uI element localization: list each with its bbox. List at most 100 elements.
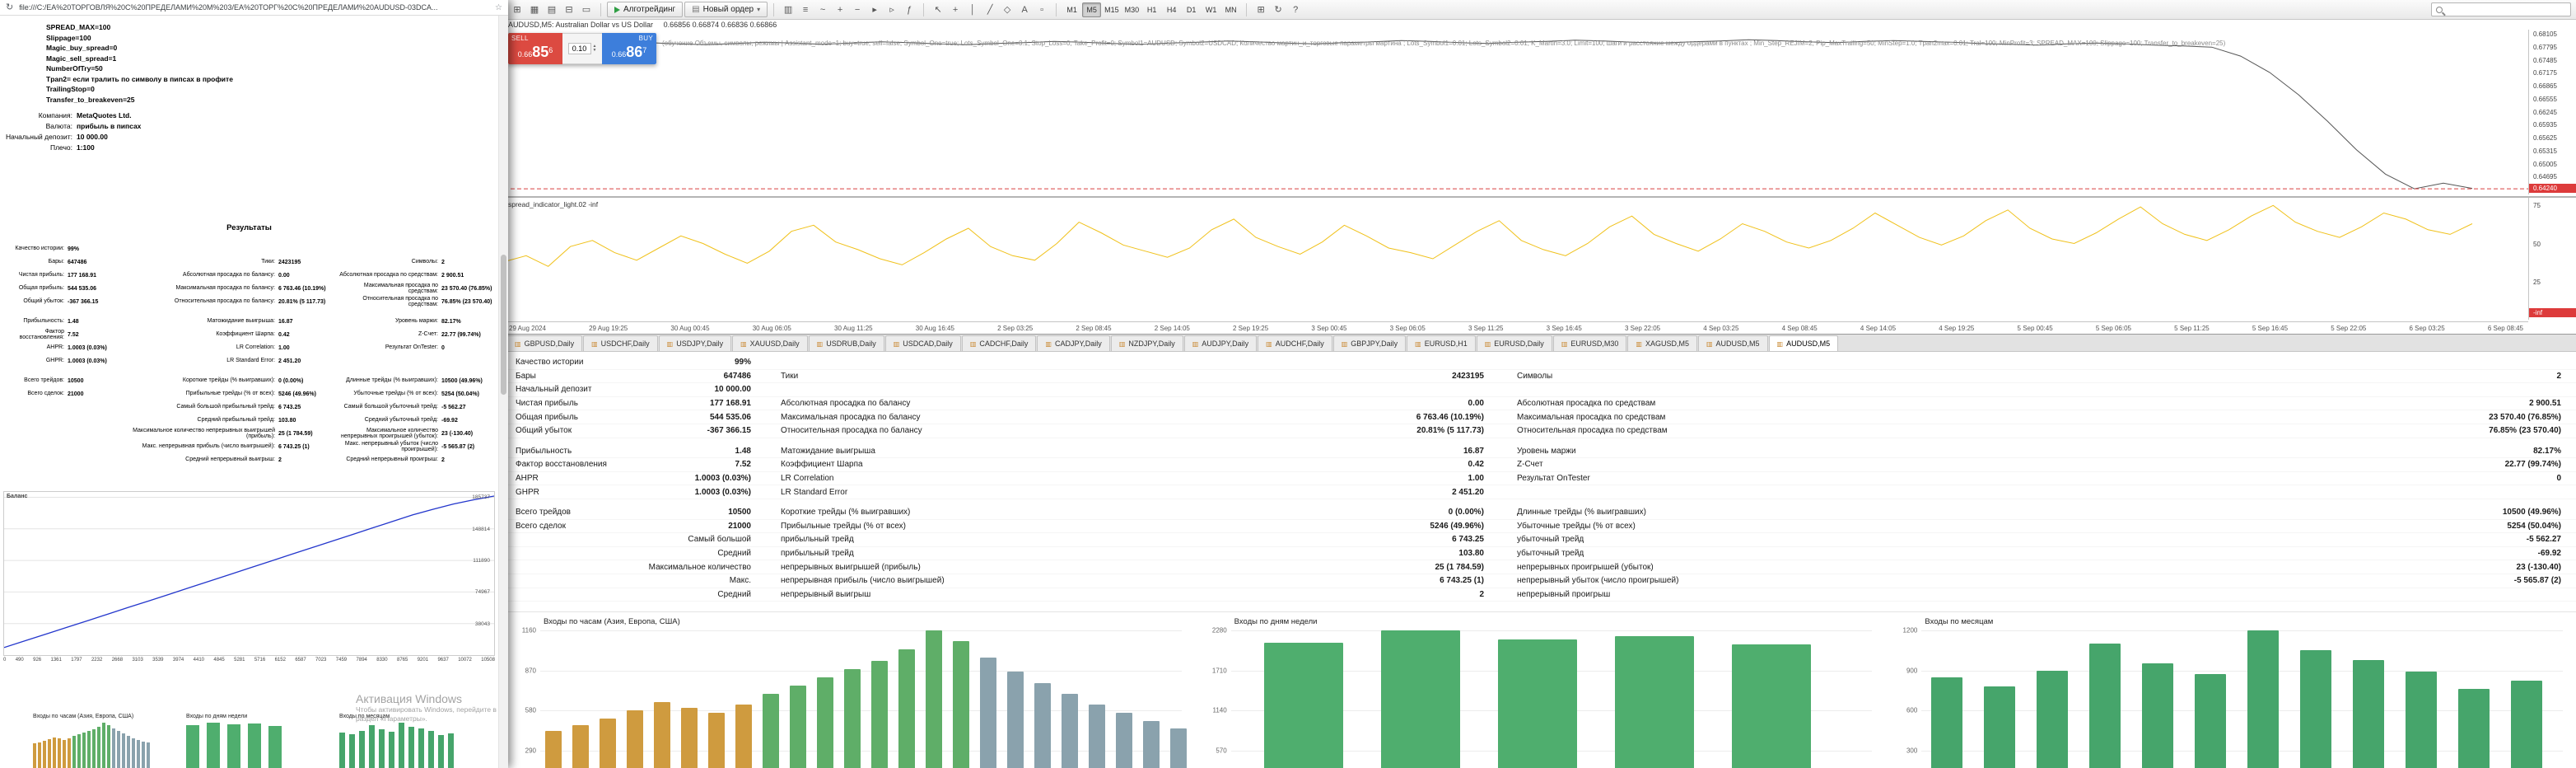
chart-tab[interactable]: ▥ AUDCHF,Daily (1258, 335, 1332, 351)
toolbar-search[interactable] (2431, 2, 2571, 16)
stats-row: Чистая прибыль: 177 168.91 Абсолютная прос… (2, 269, 498, 282)
search-input[interactable] (2447, 5, 2566, 14)
timeframe-m1[interactable]: M1 (1062, 2, 1081, 17)
chart-tab[interactable]: ▥ NZDJPY,Daily (1110, 335, 1183, 351)
stats-label: Макс. непрерывный убыток (число проигрыш… (344, 440, 438, 452)
chart-tab[interactable]: ▥ AUDUSD,M5 (1697, 335, 1768, 351)
indicator-svg (504, 204, 2473, 267)
bars-view-icon[interactable]: ≡ (797, 2, 814, 17)
help-icon[interactable]: ? (1287, 2, 1304, 17)
market-watch-icon[interactable]: ▤ (544, 2, 560, 17)
chart-symbol-title: AUDUSD,M5: Australian Dollar vs US Dolla… (508, 21, 654, 29)
profiles-icon[interactable]: ▦ (526, 2, 543, 17)
vertical-line-icon[interactable]: │ (964, 2, 981, 17)
tester-cell-text: 2 (2556, 371, 2561, 381)
tester-row: AHPR 1.0003 (0.03%) LR Correlation 1.00 Резу… (504, 472, 2576, 486)
candles-view-icon[interactable]: ▥ (780, 2, 796, 17)
stats-row: Общая прибыль: 544 535.06 Максимальная про… (2, 282, 498, 295)
chart-tab[interactable]: ▥ CADJPY,Daily (1037, 335, 1110, 351)
tester-cell-text: Самый большой (688, 535, 751, 545)
zoom-in-icon[interactable]: + (832, 2, 848, 17)
new-chart-icon[interactable]: ⊞ (509, 2, 525, 17)
entry-bar (147, 742, 150, 768)
price-scale-label: 0.67175 (2533, 69, 2557, 77)
entry-bar (87, 730, 91, 768)
sell-button[interactable]: SELL 0.66856 (508, 33, 562, 64)
timeframe-d1[interactable]: D1 (1182, 2, 1201, 17)
indicators-icon[interactable]: ƒ (901, 2, 917, 17)
chart-tab[interactable]: ▥ EURUSD,Daily (1476, 335, 1552, 351)
text-tool-icon[interactable]: A (1016, 2, 1033, 17)
y-tick-label: 1160 (521, 626, 536, 635)
timeframe-w1[interactable]: W1 (1202, 2, 1220, 17)
chart-tab[interactable]: ▥ AUDJPY,Daily (1183, 335, 1258, 351)
timeframe-m5[interactable]: M5 (1082, 2, 1102, 17)
browser-scrollbar[interactable] (498, 16, 508, 768)
scrollbar-thumb[interactable] (501, 255, 506, 395)
tester-label: непрерывный проигрыш (1484, 590, 2011, 599)
shapes-icon[interactable]: ◇ (999, 2, 1015, 17)
address-url[interactable]: file:///C:/EA%20ТОРГОВЛЯ%20С%20ПРЕДЕЛАМИ… (19, 3, 489, 12)
chart-tab[interactable]: ▥ GBPJPY,Daily (1332, 335, 1407, 351)
algo-trading-button[interactable]: Алготрейдинг (607, 2, 684, 17)
time-label: 3 Sep 22:05 (1624, 325, 1661, 332)
entry-bar (369, 725, 375, 768)
line-view-icon[interactable]: ~ (814, 2, 831, 17)
refresh-icon[interactable]: ↻ (1270, 2, 1286, 17)
cursor-icon[interactable]: ↖ (930, 2, 946, 17)
entry-bar (72, 735, 76, 768)
chart-tab[interactable]: ▥ AUDUSD,M5 (1768, 335, 1839, 351)
tester-cell-text: непрерывная прибыль (число выигрышей) (781, 576, 945, 586)
timeframe-m15[interactable]: M15 (1102, 2, 1122, 17)
chart-tab[interactable]: ▥ USDCAD,Daily (884, 335, 961, 351)
tester-cell-text: прибыльный трейд (781, 549, 854, 559)
y-tick-label: 1200 (1902, 626, 1918, 635)
volume-input[interactable] (567, 43, 591, 54)
tile-windows-icon[interactable]: ⊞ (1253, 2, 1269, 17)
tester-row: Качество истории 99% (504, 356, 2576, 370)
objects-list-icon[interactable]: ▫ (1034, 2, 1050, 17)
timeframe-h4[interactable]: H4 (1162, 2, 1181, 17)
stats-value: 103.80 (278, 417, 296, 424)
chart-tab[interactable]: ▥ XAUUSD,Daily (732, 335, 808, 351)
bookmark-star-icon[interactable]: ☆ (495, 3, 502, 12)
chart-tab-icon: ▥ (1776, 340, 1784, 348)
toolbox-icon[interactable]: ▭ (578, 2, 595, 17)
chart-tab[interactable]: ▥ EURUSD,M30 (1552, 335, 1627, 351)
chart-tab[interactable]: ▥ USDRUB,Daily (808, 335, 884, 351)
entry-bar (1614, 635, 1694, 768)
reload-icon[interactable]: ↻ (6, 2, 13, 12)
navigator-icon[interactable]: ⊟ (561, 2, 577, 17)
chart-tab[interactable]: ▥ USDCHF,Daily (583, 335, 658, 351)
stats-label: Средний непрерывный выигрыш: (185, 457, 275, 463)
crosshair-icon[interactable]: + (947, 2, 964, 17)
volume-down-icon[interactable]: ▼ (593, 49, 597, 53)
timeframe-mn[interactable]: MN (1221, 2, 1240, 17)
chart-tab[interactable]: ▥ USDJPY,Daily (658, 335, 732, 351)
time-label: 2 Sep 19:25 (1233, 325, 1269, 332)
chart-tab[interactable]: ▥ EURUSD,H1 (1407, 335, 1476, 351)
zoom-out-icon[interactable]: − (849, 2, 866, 17)
stats-value: 23 570.40 (76.85%) (441, 285, 492, 292)
chart-shift-icon[interactable]: ▹ (884, 2, 900, 17)
buy-button[interactable]: BUY 0.66867 (602, 33, 656, 64)
chart-tab[interactable]: ▥ GBPUSD,Daily (506, 335, 583, 351)
chart-tab[interactable]: ▥ CADCHF,Daily (961, 335, 1037, 351)
tester-cell-text: непрерывный проигрыш (1517, 589, 1611, 599)
tester-cell-text: Относительная просадка по средствам (1517, 426, 1668, 436)
entry-bar (448, 733, 454, 768)
tester-cell-text: Результат OnTester (1517, 474, 1590, 484)
timeframe-h1[interactable]: H1 (1142, 2, 1161, 17)
new-order-button[interactable]: ▤ Новый ордер ▾ (684, 2, 768, 17)
entry-bar (600, 719, 616, 768)
chart-tab[interactable]: ▥ XAGUSD,M5 (1627, 335, 1697, 351)
entry-bar (572, 725, 589, 768)
entry-bar (2300, 650, 2332, 768)
x-tick-label: 3974 (172, 658, 184, 663)
tester-cell-text: непрерывный выигрыш (781, 589, 871, 599)
trendline-icon[interactable]: ╱ (982, 2, 998, 17)
auto-scroll-icon[interactable]: ▸ (866, 2, 883, 17)
tester-cell-text: Тики (781, 371, 799, 381)
timeframe-m30[interactable]: M30 (1122, 2, 1142, 17)
tester-value: 1.0003 (0.03%) (660, 488, 751, 497)
